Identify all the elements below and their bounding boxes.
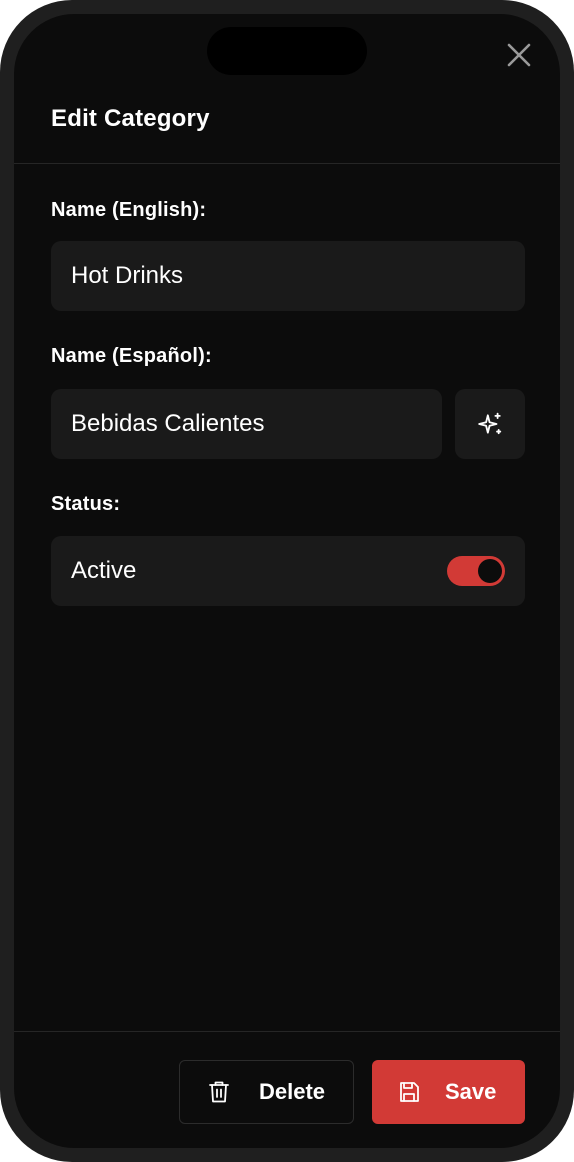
name-spanish-label: Name (Español): bbox=[51, 345, 212, 367]
status-label: Status: bbox=[51, 493, 121, 515]
close-icon bbox=[507, 43, 531, 67]
modal-footer: Delete Save bbox=[14, 1031, 560, 1148]
name-spanish-input[interactable]: Bebidas Calientes bbox=[51, 389, 442, 459]
close-button[interactable] bbox=[502, 38, 536, 72]
status-value: Active bbox=[71, 557, 137, 584]
trash-icon bbox=[207, 1080, 231, 1104]
toggle-knob bbox=[478, 559, 502, 583]
phone-frame: Edit Category Name (English): Hot Drinks… bbox=[0, 0, 574, 1162]
auto-translate-button[interactable] bbox=[455, 389, 525, 459]
delete-button[interactable]: Delete bbox=[179, 1060, 354, 1124]
page-title: Edit Category bbox=[51, 105, 210, 132]
name-english-input[interactable]: Hot Drinks bbox=[51, 241, 525, 311]
save-button[interactable]: Save bbox=[372, 1060, 525, 1124]
sparkles-icon bbox=[478, 412, 502, 435]
edit-category-screen: Edit Category Name (English): Hot Drinks… bbox=[14, 14, 560, 1148]
save-button-label: Save bbox=[445, 1079, 497, 1104]
delete-button-label: Delete bbox=[259, 1079, 326, 1104]
name-english-label: Name (English): bbox=[51, 199, 207, 221]
dynamic-island bbox=[207, 27, 367, 75]
status-row: Active bbox=[51, 536, 525, 606]
status-toggle[interactable] bbox=[447, 556, 505, 586]
save-icon bbox=[397, 1080, 421, 1104]
